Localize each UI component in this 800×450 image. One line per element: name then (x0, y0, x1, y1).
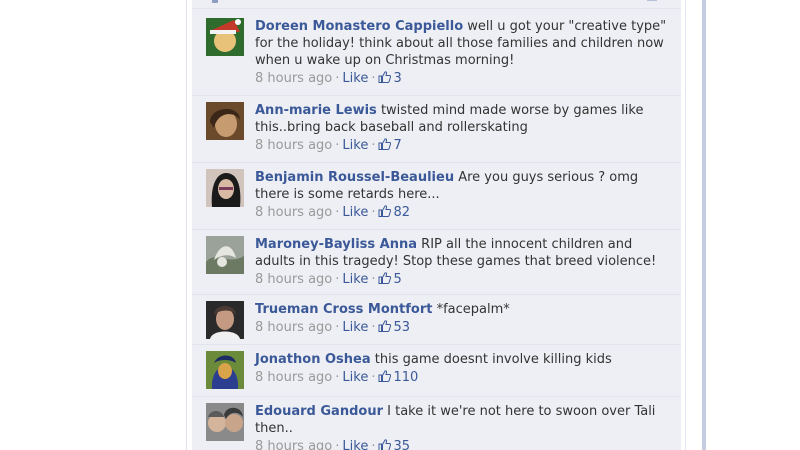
thumbs-up-icon[interactable] (378, 71, 392, 83)
thumbs-up-icon[interactable] (378, 138, 392, 150)
comment-item: Maroney-Bayliss Anna RIP all the innocen… (192, 230, 681, 295)
meta-separator: · (335, 205, 340, 220)
comment-meta: 8 hours ago · Like · 5 (255, 271, 669, 289)
like-link[interactable]: Like (342, 320, 368, 335)
comment-text: Trueman Cross Montfort *facepalm* (255, 301, 669, 318)
comment-text: Ann-marie Lewis twisted mind made worse … (255, 102, 669, 136)
meta-separator: · (335, 138, 340, 153)
thumbs-up-icon[interactable] (378, 272, 392, 284)
comment-author-link[interactable]: Ann-marie Lewis (255, 103, 377, 118)
meta-separator: · (335, 320, 340, 335)
meta-separator: · (371, 71, 376, 86)
facebook-comments-screen: Doreen Monastero Cappiello well u got yo… (0, 0, 800, 450)
avatar-image (206, 351, 244, 389)
thumbs-up-icon[interactable] (378, 370, 392, 382)
meta-separator: · (371, 370, 376, 385)
avatar[interactable] (206, 236, 244, 274)
comment-author-link[interactable]: Jonathon Oshea (255, 352, 371, 367)
avatar-image (206, 403, 244, 441)
comment-timestamp[interactable]: 8 hours ago (255, 71, 332, 86)
avatar-image (206, 18, 244, 56)
meta-separator: · (371, 138, 376, 153)
avatar[interactable] (206, 351, 244, 389)
comment-meta: 8 hours ago · Like · 82 (255, 204, 669, 222)
like-count[interactable]: 82 (393, 205, 410, 220)
left-divider (186, 0, 187, 450)
like-link[interactable]: Like (342, 439, 368, 450)
right-divider (702, 0, 706, 450)
comment-timestamp[interactable]: 8 hours ago (255, 205, 332, 220)
comment-author-link[interactable]: Maroney-Bayliss Anna (255, 237, 417, 252)
like-count[interactable]: 7 (393, 138, 401, 153)
meta-separator: · (371, 272, 376, 287)
comment-timestamp[interactable]: 8 hours ago (255, 138, 332, 153)
like-link[interactable]: Like (342, 71, 368, 86)
like-count[interactable]: 5 (393, 272, 401, 287)
comment-item: Benjamin Roussel-Beaulieu Are you guys s… (192, 163, 681, 230)
comment-meta: 8 hours ago · Like · 3 (255, 70, 669, 88)
previous-comment-edge (192, 0, 681, 9)
avatar-image (206, 301, 244, 339)
comment-timestamp[interactable]: 8 hours ago (255, 439, 332, 450)
meta-separator: · (335, 439, 340, 450)
comment-meta: 8 hours ago · Like · 7 (255, 137, 669, 155)
avatar[interactable] (206, 169, 244, 207)
avatar-image (206, 102, 244, 140)
like-link[interactable]: Like (342, 272, 368, 287)
meta-separator: · (335, 71, 340, 86)
comment-text: Jonathon Oshea this game doesnt involve … (255, 351, 669, 368)
comment-author-link[interactable]: Doreen Monastero Cappiello (255, 19, 463, 34)
inner-divider (685, 0, 686, 450)
avatar[interactable] (206, 18, 244, 56)
thumbs-up-icon[interactable] (378, 320, 392, 332)
comment-item: Trueman Cross Montfort *facepalm* 8 hour… (192, 295, 681, 345)
comment-timestamp[interactable]: 8 hours ago (255, 320, 332, 335)
comment-meta: 8 hours ago · Like · 53 (255, 319, 669, 337)
comment-text: Edouard Gandour I take it we're not here… (255, 403, 669, 437)
meta-separator: · (335, 272, 340, 287)
meta-separator: · (371, 320, 376, 335)
avatar-image (206, 169, 244, 207)
meta-separator: · (335, 370, 340, 385)
avatar[interactable] (206, 102, 244, 140)
comment-author-link[interactable]: Trueman Cross Montfort (255, 302, 432, 317)
comment-timestamp[interactable]: 8 hours ago (255, 370, 332, 385)
cutoff-mark (647, 0, 657, 1)
comment-meta: 8 hours ago · Like · 35 (255, 438, 669, 450)
like-count[interactable]: 35 (393, 439, 410, 450)
meta-separator: · (371, 205, 376, 220)
comment-list: Doreen Monastero Cappiello well u got yo… (192, 0, 681, 450)
comment-text: Doreen Monastero Cappiello well u got yo… (255, 18, 669, 69)
avatar[interactable] (206, 403, 244, 441)
comment-body: *facepalm* (436, 302, 510, 317)
like-count[interactable]: 53 (393, 320, 410, 335)
cutoff-icon (212, 0, 218, 3)
comment-meta: 8 hours ago · Like · 110 (255, 369, 669, 387)
like-link[interactable]: Like (342, 205, 368, 220)
comment-author-link[interactable]: Edouard Gandour (255, 404, 383, 419)
like-count[interactable]: 3 (393, 71, 401, 86)
meta-separator: · (371, 439, 376, 450)
like-count[interactable]: 110 (393, 370, 418, 385)
comment-body: this game doesnt involve killing kids (374, 352, 612, 367)
comment-text: Maroney-Bayliss Anna RIP all the innocen… (255, 236, 669, 270)
comment-timestamp[interactable]: 8 hours ago (255, 272, 332, 287)
like-link[interactable]: Like (342, 138, 368, 153)
thumbs-up-icon[interactable] (378, 205, 392, 217)
like-link[interactable]: Like (342, 370, 368, 385)
avatar-image (206, 236, 244, 274)
comment-author-link[interactable]: Benjamin Roussel-Beaulieu (255, 170, 454, 185)
comment-item: Doreen Monastero Cappiello well u got yo… (192, 9, 681, 96)
comment-text: Benjamin Roussel-Beaulieu Are you guys s… (255, 169, 669, 203)
comment-item: Ann-marie Lewis twisted mind made worse … (192, 96, 681, 163)
comment-item: Edouard Gandour I take it we're not here… (192, 397, 681, 450)
avatar[interactable] (206, 301, 244, 339)
thumbs-up-icon[interactable] (378, 439, 392, 450)
comment-item: Jonathon Oshea this game doesnt involve … (192, 345, 681, 397)
